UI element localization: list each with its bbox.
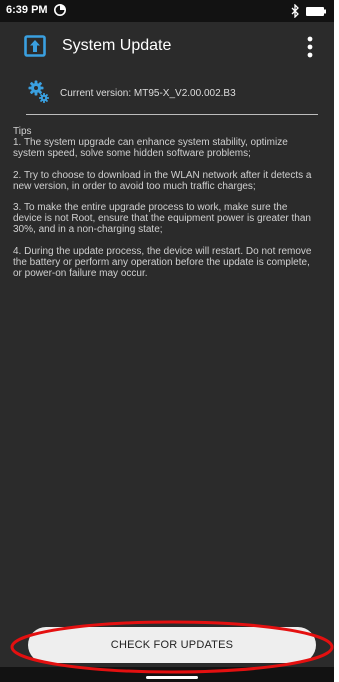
status-bar: 6:39 PM xyxy=(0,0,334,22)
app-notification-icon xyxy=(54,4,66,16)
status-time: 6:39 PM xyxy=(6,4,48,16)
app-bar: System Update xyxy=(0,22,334,72)
battery-icon xyxy=(306,7,326,16)
divider xyxy=(26,114,318,115)
navigation-bar xyxy=(0,667,334,682)
tip-item: 2. Try to choose to download in the WLAN… xyxy=(13,169,312,192)
home-handle[interactable] xyxy=(146,676,198,679)
check-for-updates-button[interactable]: CHECK FOR UPDATES xyxy=(28,627,316,663)
tips-section: Tips 1. The system upgrade can enhance s… xyxy=(13,126,319,289)
current-version-text: Current version: MT95-X_V2.00.002.B3 xyxy=(60,88,236,99)
gear-icon xyxy=(28,80,49,103)
phone-screen: 6:39 PM System Update Current version: M… xyxy=(0,0,334,682)
tips-title: Tips xyxy=(13,126,32,137)
more-vert-icon[interactable] xyxy=(302,34,318,60)
bluetooth-icon xyxy=(291,4,299,18)
system-update-icon xyxy=(24,35,46,57)
tip-item: 1. The system upgrade can enhance system… xyxy=(13,137,288,160)
version-row: Current version: MT95-X_V2.00.002.B3 xyxy=(28,80,318,110)
tip-item: 3. To make the entire upgrade process to… xyxy=(13,202,311,236)
tip-item: 4. During the update process, the device… xyxy=(13,245,312,280)
page-title: System Update xyxy=(62,37,172,54)
